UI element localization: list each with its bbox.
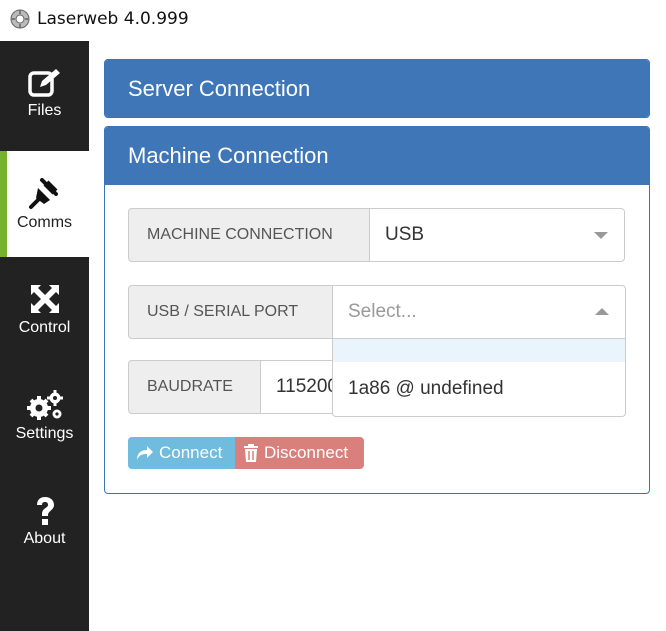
- plug-icon: [28, 178, 58, 209]
- selected-value: USB: [385, 224, 425, 245]
- sidebar-item-label: Control: [18, 319, 71, 336]
- sidebar-item-about[interactable]: About: [0, 469, 89, 575]
- arrows-icon: [30, 285, 59, 313]
- sidebar-item-label: Comms: [16, 214, 73, 231]
- machine-connection-row: MACHINE CONNECTION USB: [128, 208, 625, 262]
- connect-label: Connect: [159, 443, 223, 462]
- disconnect-label: Disconnect: [264, 443, 349, 462]
- sidebar-item-control[interactable]: Control: [0, 257, 89, 363]
- share-icon: [137, 446, 153, 460]
- edit-icon: [27, 69, 60, 97]
- sidebar-item-label: About: [23, 530, 66, 547]
- dropdown-option[interactable]: 1a86 @ undefined: [333, 362, 625, 416]
- question-icon: [36, 497, 54, 525]
- connect-button[interactable]: Connect: [128, 437, 235, 469]
- title-bar: Laserweb 4.0.999: [0, 0, 666, 41]
- chevron-down-icon: [594, 232, 608, 239]
- machine-connection-label: MACHINE CONNECTION: [128, 208, 370, 262]
- sidebar-item-label: Settings: [15, 425, 74, 442]
- machine-connection-select[interactable]: USB: [369, 208, 625, 262]
- disconnect-button[interactable]: Disconnect: [235, 437, 364, 469]
- trash-icon: [244, 444, 258, 462]
- panel-title: Machine Connection: [128, 143, 329, 168]
- baudrate-value: 115200: [276, 376, 338, 397]
- panel-title: Server Connection: [128, 75, 311, 101]
- laserweb-logo-icon: [10, 9, 30, 29]
- sidebar-item-label: Files: [27, 102, 62, 119]
- serial-port-select[interactable]: Select...: [332, 285, 626, 339]
- serial-port-dropdown: 1a86 @ undefined: [332, 339, 626, 417]
- sidebar-item-settings[interactable]: Settings: [0, 363, 89, 469]
- serial-port-label: USB / SERIAL PORT: [128, 285, 333, 339]
- chevron-up-icon: [595, 308, 609, 315]
- server-connection-header[interactable]: Server Connection: [105, 60, 649, 117]
- machine-connection-panel: Machine Connection MACHINE CONNECTION US…: [104, 126, 650, 494]
- baudrate-label: BAUDRATE: [128, 360, 261, 414]
- select-placeholder: Select...: [348, 301, 417, 322]
- option-label: 1a86 @ undefined: [348, 378, 504, 399]
- server-connection-panel: Server Connection: [104, 59, 650, 118]
- sidebar: Files Comms Control Settings About: [0, 41, 89, 631]
- serial-port-row: USB / SERIAL PORT Select...: [128, 285, 626, 339]
- window-title: Laserweb 4.0.999: [37, 9, 189, 29]
- dropdown-option-empty[interactable]: [333, 339, 625, 362]
- sidebar-item-files[interactable]: Files: [0, 41, 89, 147]
- sidebar-item-comms[interactable]: Comms: [0, 151, 89, 257]
- machine-connection-header[interactable]: Machine Connection: [105, 127, 649, 185]
- gears-icon: [26, 390, 63, 420]
